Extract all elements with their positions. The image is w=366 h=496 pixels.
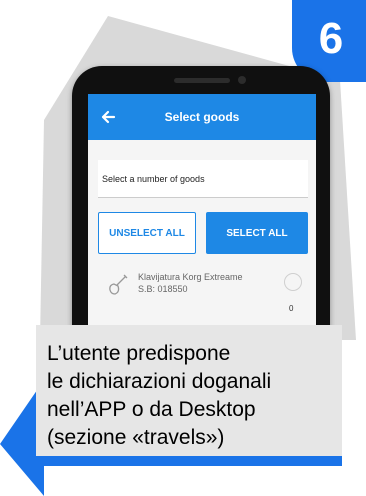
phone-speaker <box>174 78 230 83</box>
unselect-all-button[interactable]: UNSELECT ALL <box>98 212 196 254</box>
caption-line-3: nell’APP o da Desktop <box>47 398 256 421</box>
phone-screen: Select goods Select a number of goods UN… <box>88 94 316 342</box>
guitar-icon <box>109 274 128 295</box>
select-all-button[interactable]: SELECT ALL <box>206 212 308 254</box>
phone-camera <box>238 76 246 84</box>
caption-accent-bar <box>36 456 342 466</box>
goods-count-input[interactable]: Select a number of goods <box>98 160 308 198</box>
list-item[interactable]: Klavijatura Korg Extreame S.B: 018550 0 <box>98 270 308 330</box>
app-bar: Select goods <box>88 94 316 140</box>
page-title: Select goods <box>164 110 240 124</box>
caption-line-2: le dichiarazioni doganali <box>47 370 272 393</box>
item-select-radio[interactable] <box>284 273 302 291</box>
phone-mockup: Select goods Select a number of goods UN… <box>72 66 330 342</box>
back-arrow-icon[interactable] <box>98 107 118 127</box>
step-number: 6 <box>318 14 344 63</box>
item-code: S.B: 018550 <box>138 284 188 294</box>
item-quantity: 0 <box>289 304 294 313</box>
caption-line-4: (sezione «travels») <box>47 426 225 449</box>
caption-line-1: L’utente predispone <box>47 342 231 365</box>
item-name: Klavijatura Korg Extreame <box>138 272 243 282</box>
